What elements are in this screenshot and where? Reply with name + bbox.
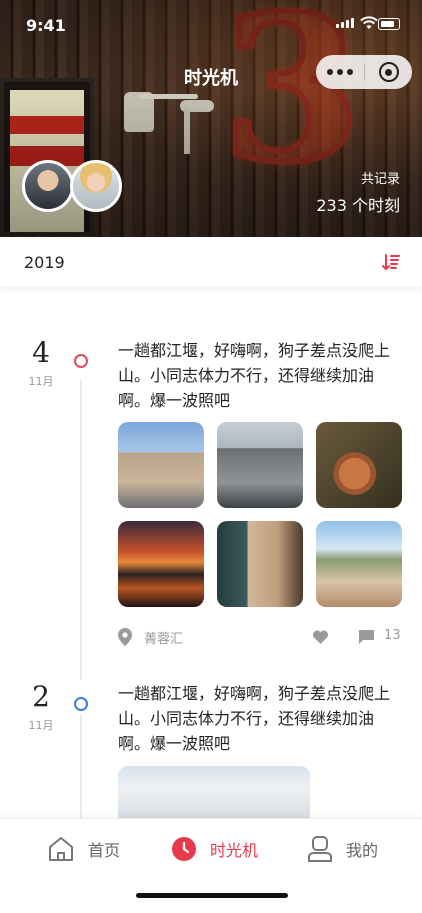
photo-thumbnail[interactable] [118,766,310,826]
year-label: 2019 [24,253,65,272]
photo-thumbnail[interactable] [217,422,303,508]
record-label: 共记录 [360,172,400,187]
home-indicator [136,893,288,898]
profile-icon [308,836,332,862]
avatar-user-1[interactable] [22,160,74,212]
entry-text[interactable]: 一趟都江堰，好嗨啊，狗子差点没爬上山。小同志体力不行，还得继续加油啊。爆一波照吧 [118,681,400,756]
comment-icon[interactable] [358,629,375,645]
timeline-line [80,380,82,680]
year-bar: 2019 [0,237,422,287]
photo-thumbnail[interactable] [118,521,204,607]
close-target-icon[interactable] [365,55,412,89]
home-icon [49,837,73,861]
wifi-icon [360,16,378,29]
timeline-dot [74,697,88,711]
battery-icon [378,18,400,30]
status-bar: 9:41 [0,0,422,50]
entry-text[interactable]: 一趟都江堰，好嗨啊，狗子差点没爬上山。小同志体力不行，还得继续加油啊。爆一波照吧 [118,338,400,413]
entry-day: 4 [32,336,50,369]
header-banner: 3 9:41 时光机 共记录 233 个时刻 [0,0,422,237]
sort-icon[interactable] [382,253,400,271]
tab-home[interactable]: 首页 [48,833,120,865]
timeline-line [80,715,82,825]
comment-count: 13 [384,628,401,643]
location-pin-icon [118,628,132,646]
cellular-signal-icon [336,18,354,28]
more-icon[interactable] [316,55,364,89]
clock-icon [172,837,196,861]
tab-label: 首页 [88,841,121,860]
record-total: 233 个时刻 [316,196,400,215]
heart-icon[interactable] [312,629,329,645]
entry-meta: 菁蓉汇 13 [118,627,402,647]
avatar-user-2[interactable] [70,160,122,212]
bottom-tab-bar: 首页 时光机 我的 [0,818,422,913]
photo-grid [118,422,402,607]
entry-month: 11月 [28,375,54,388]
timeline-dot [74,354,88,368]
photo-thumbnail[interactable] [316,422,402,508]
tab-label: 时光机 [210,841,259,860]
tab-label: 我的 [346,841,379,860]
status-time: 9:41 [26,16,66,35]
tab-profile[interactable]: 我的 [308,833,378,865]
mini-program-capsule [316,55,412,89]
photo-thumbnail[interactable] [316,521,402,607]
entry-month: 11月 [28,719,54,732]
location-label[interactable]: 菁蓉汇 [144,628,183,647]
entry-day: 2 [32,680,50,713]
tab-time-machine[interactable]: 时光机 [172,833,258,865]
photo-thumbnail[interactable] [217,521,303,607]
photo-thumbnail[interactable] [118,422,204,508]
